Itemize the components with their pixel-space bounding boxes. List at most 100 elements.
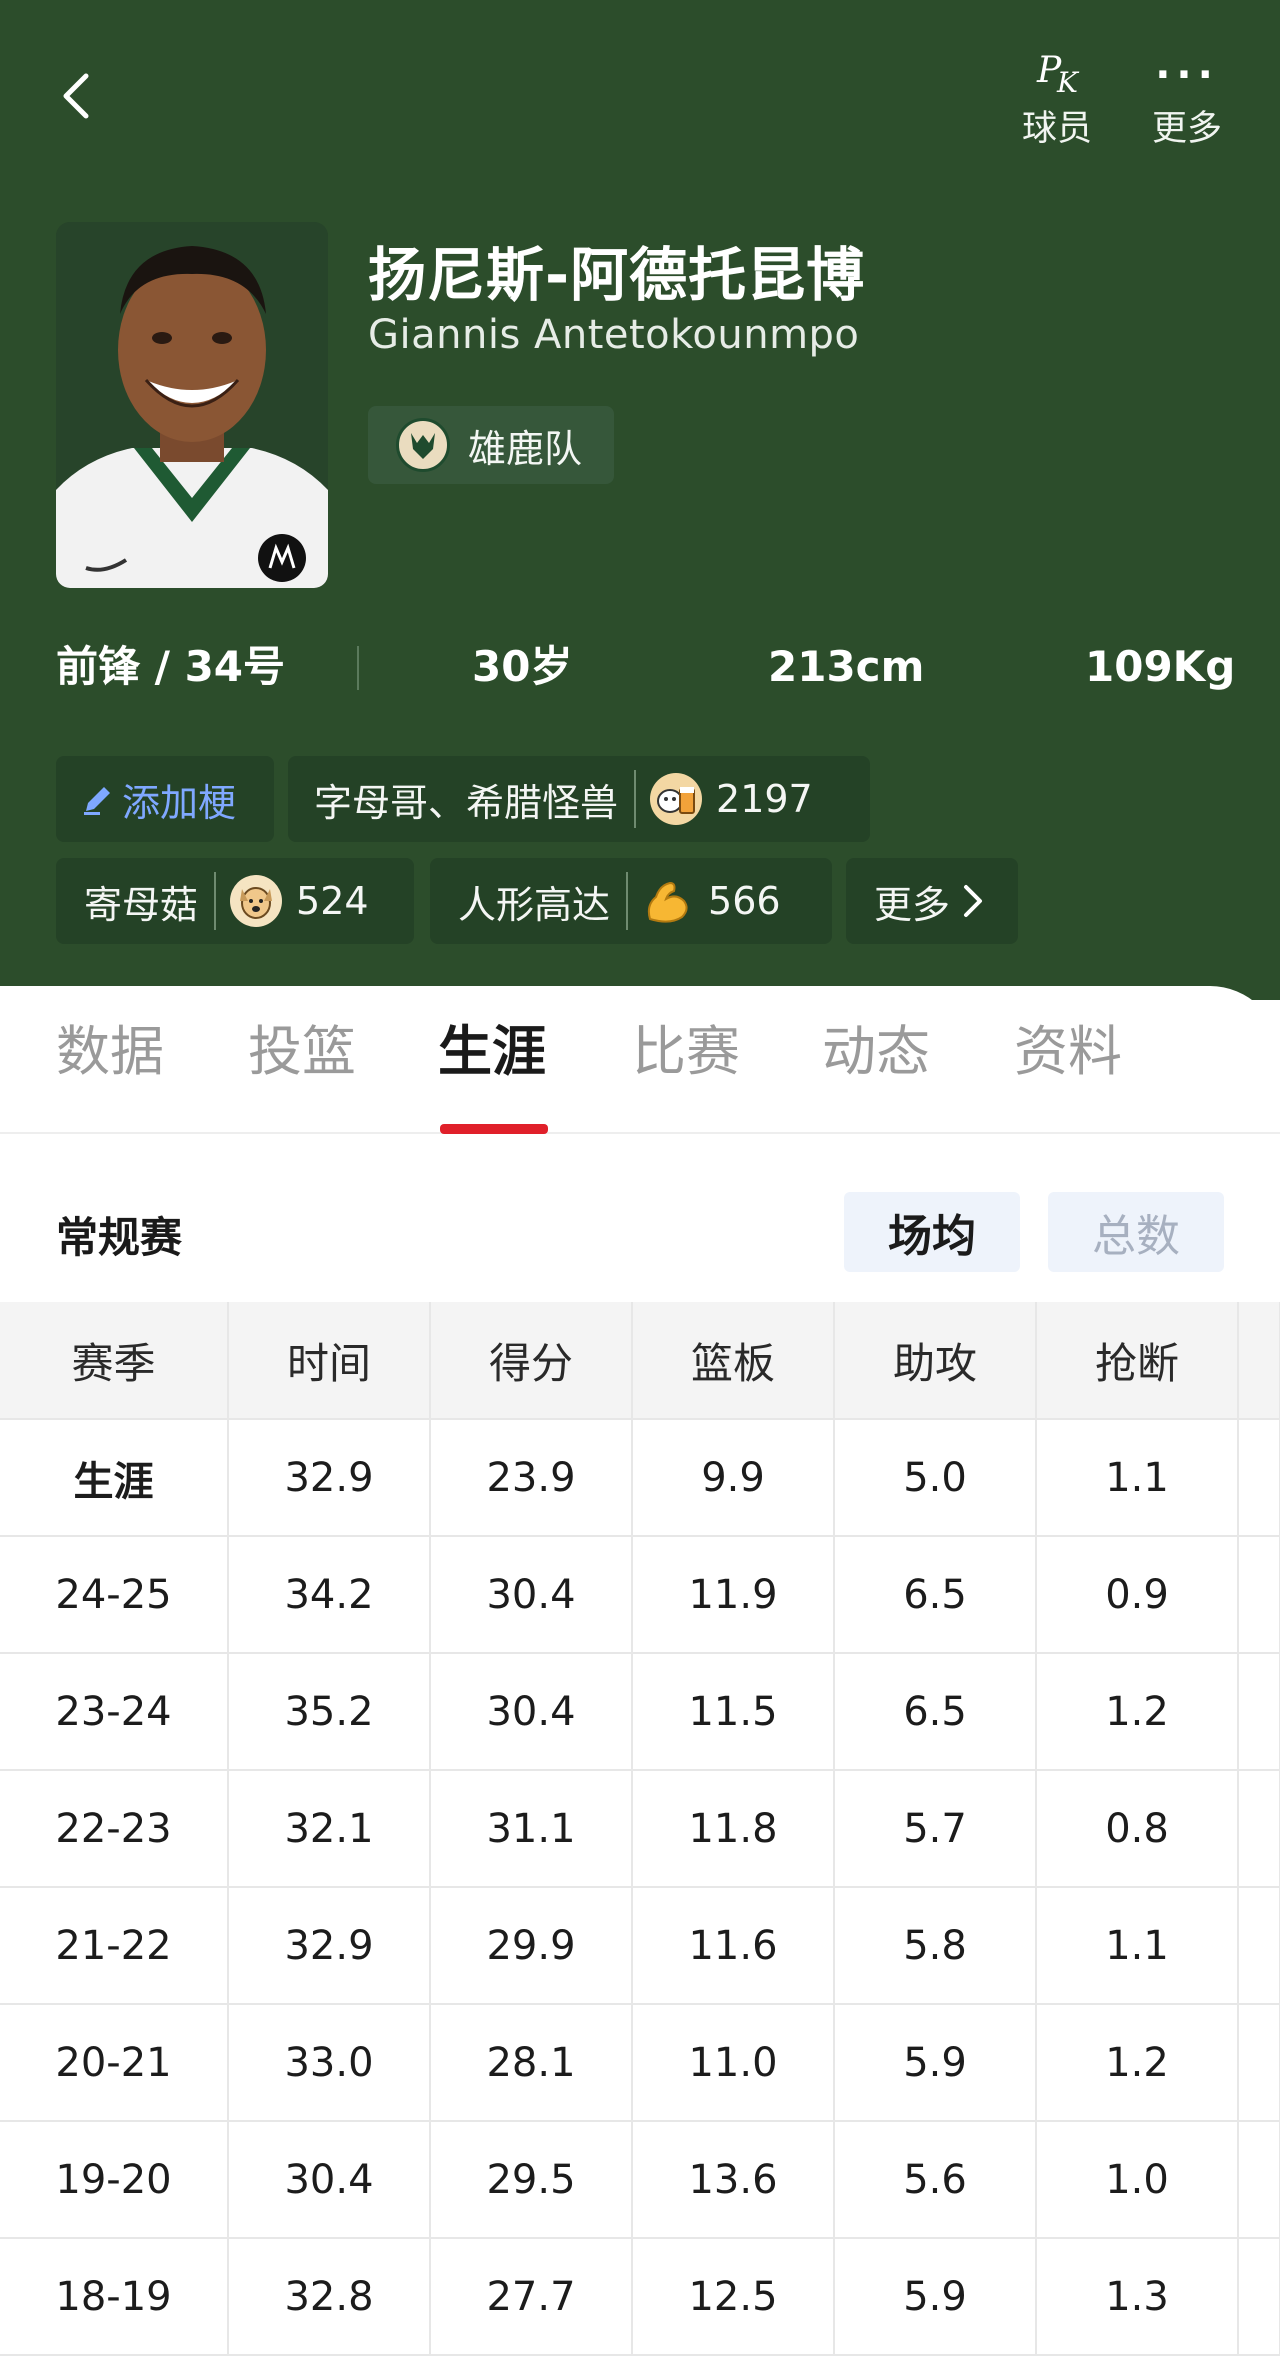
tab-career[interactable]: 生涯 — [438, 1020, 546, 1084]
totals-toggle[interactable]: 总数 — [1048, 1192, 1224, 1272]
stat-cell: 34.2 — [228, 1536, 431, 1654]
more-tags-button[interactable]: 更多 — [846, 858, 1018, 944]
stat-cell: 1.2 — [1036, 2004, 1239, 2122]
back-button[interactable] — [52, 68, 108, 124]
chevron-left-icon — [63, 73, 89, 119]
team-name: 雄鹿队 — [468, 426, 583, 471]
stat-cell: 0.9 — [1036, 1536, 1239, 1654]
stat-cell: 33.0 — [228, 2004, 431, 2122]
stat-cell: 5.6 — [834, 2121, 1037, 2239]
overflow-cell — [1238, 2238, 1280, 2356]
column-header[interactable]: 篮板 — [632, 1302, 835, 1420]
tag-count: 2197 — [716, 777, 813, 821]
stat-cell: 11.9 — [632, 1536, 835, 1654]
tag-text: 人形高达 — [458, 882, 611, 927]
table-row: 20-21 33.0 28.1 11.0 5.9 1.2 — [0, 2004, 1280, 2122]
season-cell: 19-20 — [0, 2121, 229, 2239]
stat-cell: 32.1 — [228, 1770, 431, 1888]
stat-cell: 1.0 — [1036, 2121, 1239, 2239]
pk-label: 球员 — [1021, 109, 1092, 149]
column-header[interactable]: 时间 — [228, 1302, 431, 1420]
pencil-icon — [84, 787, 110, 815]
add-tag-button[interactable]: 添加梗 — [56, 756, 274, 842]
more-dots-icon: ··· — [1155, 52, 1219, 98]
table-row: 22-23 32.1 31.1 11.8 5.7 0.8 — [0, 1770, 1280, 1888]
stat-cell: 1.1 — [1036, 1887, 1239, 2005]
tab-news[interactable]: 动态 — [822, 1020, 930, 1084]
column-header[interactable]: 抢断 — [1036, 1302, 1239, 1420]
stat-cell: 1.1 — [1036, 1419, 1239, 1537]
stat-cell: 29.5 — [430, 2121, 633, 2239]
player-name-en: Giannis Antetokounmpo — [368, 312, 860, 358]
tab-shooting[interactable]: 投篮 — [248, 1020, 356, 1084]
overflow-cell — [1238, 1653, 1280, 1771]
stat-cell: 6.5 — [834, 1536, 1037, 1654]
column-header[interactable]: 得分 — [430, 1302, 633, 1420]
tab-bar: 数据 投篮 生涯 比赛 动态 资料 — [0, 986, 1280, 1134]
more-tags-label: 更多 — [874, 882, 951, 927]
stat-cell: 11.0 — [632, 2004, 835, 2122]
stat-cell: 23.9 — [430, 1419, 633, 1537]
season-cell: 20-21 — [0, 2004, 229, 2122]
tab-profile[interactable]: 资料 — [1014, 1020, 1122, 1084]
table-row: 生涯 32.9 23.9 9.9 5.0 1.1 — [0, 1419, 1280, 1537]
table-row: 24-25 34.2 30.4 11.9 6.5 0.9 — [0, 1536, 1280, 1654]
tag-chip[interactable]: 字母哥、希腊怪兽 2197 — [288, 756, 870, 842]
overflow-cell — [1238, 1536, 1280, 1654]
stat-cell: 13.6 — [632, 2121, 835, 2239]
tag-chip[interactable]: 寄母菇 524 — [56, 858, 414, 944]
tag-count: 566 — [708, 879, 781, 923]
stat-cell: 11.8 — [632, 1770, 835, 1888]
stat-cell: 0.8 — [1036, 1770, 1239, 1888]
stat-cell: 32.9 — [228, 1419, 431, 1537]
team-chip[interactable]: 雄鹿队 — [368, 406, 614, 484]
column-header[interactable]: 助攻 — [834, 1302, 1037, 1420]
per-game-toggle[interactable]: 场均 — [844, 1192, 1020, 1272]
stat-cell: 32.9 — [228, 1887, 431, 2005]
pk-button[interactable]: PK 球员 — [1002, 44, 1112, 152]
season-cell: 生涯 — [0, 1419, 229, 1537]
overflow-cell — [1238, 1887, 1280, 2005]
stat-cell: 30.4 — [430, 1653, 633, 1771]
stat-cell: 1.2 — [1036, 1653, 1239, 1771]
stat-cell: 5.0 — [834, 1419, 1037, 1537]
flexed-biceps-icon — [642, 875, 694, 927]
section-title: 常规赛 — [56, 1213, 183, 1262]
stat-cell: 5.8 — [834, 1887, 1037, 2005]
table-row: 21-22 32.9 29.9 11.6 5.8 1.1 — [0, 1887, 1280, 2005]
stat-cell: 5.7 — [834, 1770, 1037, 1888]
stat-cell: 9.9 — [632, 1419, 835, 1537]
content-sheet: 数据 投篮 生涯 比赛 动态 资料 常规赛 场均 总数 赛季 时间 得分 篮板 … — [0, 986, 1280, 2379]
stat-cell: 11.5 — [632, 1653, 835, 1771]
overflow-cell — [1238, 1419, 1280, 1537]
stat-cell: 35.2 — [228, 1653, 431, 1771]
column-header-overflow — [1238, 1302, 1280, 1420]
season-cell: 24-25 — [0, 1536, 229, 1654]
add-tag-label: 添加梗 — [122, 780, 237, 825]
column-header[interactable]: 赛季 — [0, 1302, 229, 1420]
stat-cell: 29.9 — [430, 1887, 633, 2005]
season-cell: 21-22 — [0, 1887, 229, 2005]
divider — [357, 646, 359, 690]
pk-icon: PK — [1037, 50, 1078, 99]
stat-cell: 28.1 — [430, 2004, 633, 2122]
more-label: 更多 — [1151, 109, 1222, 149]
tab-data[interactable]: 数据 — [56, 1020, 164, 1084]
tab-games[interactable]: 比赛 — [632, 1020, 740, 1084]
table-row: 19-20 30.4 29.5 13.6 5.6 1.0 — [0, 2121, 1280, 2239]
tag-chip[interactable]: 人形高达 566 — [430, 858, 832, 944]
table-row: 18-19 32.8 27.7 12.5 5.9 1.3 — [0, 2238, 1280, 2356]
stat-cell: 30.4 — [430, 1536, 633, 1654]
weight: 109Kg — [1085, 642, 1236, 691]
stat-cell: 6.5 — [834, 1653, 1037, 1771]
tag-count: 524 — [296, 879, 369, 923]
tab-indicator — [440, 1124, 548, 1134]
season-cell: 18-19 — [0, 2238, 229, 2356]
player-header: PK 球员 ··· 更多 扬尼斯-阿德托昆博 Giannis Antetokou… — [0, 0, 1280, 1000]
table-header-row: 赛季 时间 得分 篮板 助攻 抢断 — [0, 1302, 1280, 1420]
season-cell: 22-23 — [0, 1770, 229, 1888]
more-menu-button[interactable]: ··· 更多 — [1132, 44, 1242, 152]
stat-cell: 11.6 — [632, 1887, 835, 2005]
overflow-cell — [1238, 2121, 1280, 2239]
stat-cell: 5.9 — [834, 2004, 1037, 2122]
